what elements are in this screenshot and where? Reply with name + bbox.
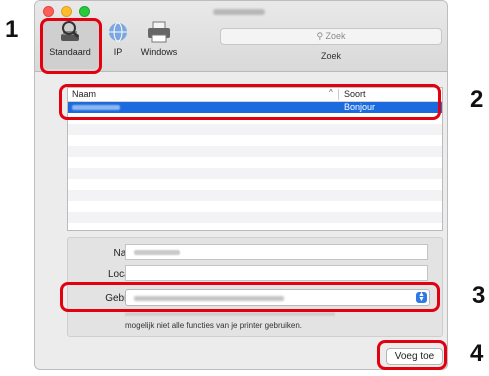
list-header: Naam ^ Soort [68, 88, 442, 102]
minimize-window-button[interactable] [61, 6, 72, 17]
globe-icon [109, 22, 127, 42]
printer-kind: Bonjour [344, 102, 376, 112]
printer-list[interactable]: Naam ^ Soort Bonjour [67, 87, 443, 231]
column-divider [338, 89, 339, 100]
search-input[interactable]: ⚲ Zoek [220, 28, 442, 45]
search-label: Zoek [320, 51, 341, 61]
list-row-empty [68, 146, 442, 157]
printer-name-redacted [72, 105, 120, 110]
column-name-header[interactable]: Naam [72, 89, 96, 99]
list-row-empty [68, 168, 442, 179]
list-row-empty [68, 157, 442, 168]
titlebar: Standaard IP Windows ⚲ Zoek Zoek [35, 1, 447, 72]
search-icon: ⚲ [316, 31, 324, 41]
window-title [213, 9, 265, 15]
driver-select[interactable]: ▲ ▼ [125, 289, 430, 306]
driver-value-redacted [134, 296, 284, 301]
callout-number-2: 2 [470, 86, 484, 113]
callout-number-1: 1 [5, 16, 19, 43]
add-button[interactable]: Voeg toe [386, 348, 443, 365]
callout-number-4: 4 [470, 340, 484, 367]
printer-row-selected[interactable]: Bonjour [68, 102, 442, 113]
note-line-redacted [125, 312, 335, 316]
magnifier-printer-icon [61, 21, 79, 41]
close-window-button[interactable] [43, 6, 54, 17]
list-row-empty [68, 124, 442, 135]
toolbar-standard-label: Standaard [49, 47, 91, 57]
name-field[interactable] [125, 244, 428, 260]
list-row-empty [68, 135, 442, 146]
list-row-empty [68, 113, 442, 124]
toolbar-standard-button[interactable]: Standaard [41, 19, 99, 69]
add-printer-window: Standaard IP Windows ⚲ Zoek Zoek Naam ^ … [34, 0, 448, 370]
toolbar-ip-button[interactable]: IP [105, 19, 131, 57]
location-field[interactable] [125, 265, 428, 281]
list-row-empty [68, 179, 442, 190]
callout-number-3: 3 [472, 282, 486, 309]
toolbar-windows-label: Windows [140, 47, 178, 57]
list-row-empty [68, 201, 442, 212]
toolbar-ip-label: IP [113, 47, 123, 57]
printer-icon [148, 21, 170, 43]
driver-note: mogelijk niet alle functies van je print… [125, 321, 302, 330]
name-value-redacted [134, 250, 180, 255]
column-kind-header[interactable]: Soort [344, 89, 366, 99]
search-placeholder: Zoek [325, 31, 346, 41]
sort-indicator-icon: ^ [329, 88, 333, 97]
chevron-updown-icon: ▲ ▼ [416, 291, 427, 303]
list-row-empty [68, 212, 442, 223]
zoom-window-button[interactable] [79, 6, 90, 17]
toolbar-windows-button[interactable]: Windows [133, 19, 185, 57]
list-row-empty [68, 190, 442, 201]
